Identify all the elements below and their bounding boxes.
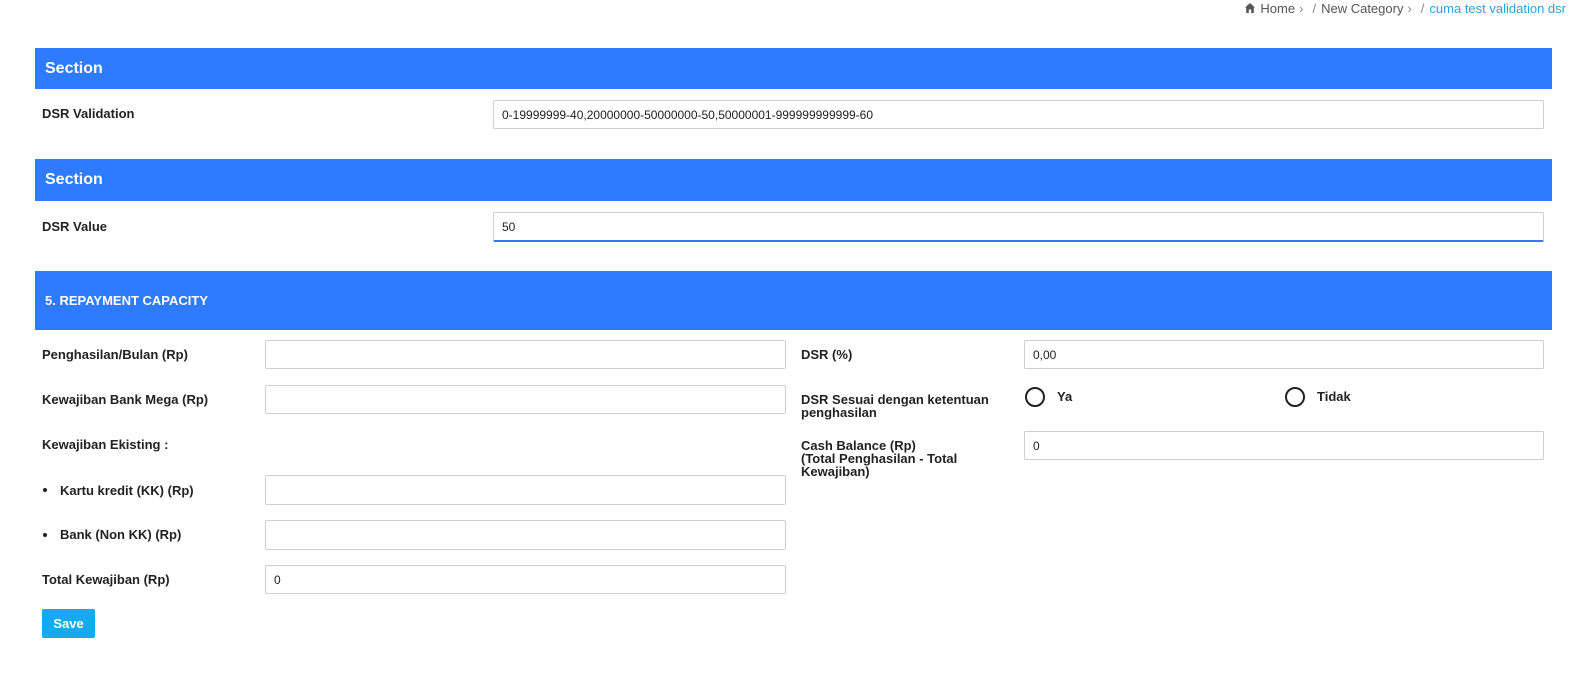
radio-tidak[interactable] — [1285, 387, 1305, 407]
penghasilan-input[interactable] — [265, 340, 786, 369]
cash-balance-label-line3: Kewajiban) — [801, 464, 870, 479]
radio-ya[interactable] — [1025, 387, 1045, 407]
breadcrumb-home-link[interactable]: Home — [1260, 1, 1295, 16]
kewajiban-bank-mega-label: Kewajiban Bank Mega (Rp) — [42, 392, 209, 407]
kewajiban-bank-mega-input[interactable] — [265, 385, 786, 414]
dsr-sesuai-label: DSR Sesuai dengan ketentuan penghasilan — [801, 393, 989, 419]
kewajiban-eksisting-label: Kewajiban Ekisting : — [42, 437, 169, 452]
dsr-validation-label: DSR Validation — [42, 106, 135, 121]
penghasilan-label: Penghasilan/Bulan (Rp) — [42, 347, 188, 362]
dsr-sesuai-label-line2: penghasilan — [801, 405, 877, 420]
breadcrumb-category-link[interactable]: New Category — [1321, 1, 1403, 16]
kartu-kredit-input[interactable] — [265, 475, 786, 505]
dsr-validation-input[interactable] — [493, 100, 1544, 129]
dsr-percent-input[interactable] — [1024, 340, 1544, 369]
bullet-icon — [43, 533, 47, 537]
bank-non-kk-label: Bank (Non KK) (Rp) — [60, 527, 182, 542]
bank-non-kk-input[interactable] — [265, 520, 786, 550]
breadcrumb-separator: / — [1312, 0, 1317, 16]
dsr-value-input[interactable] — [493, 212, 1544, 242]
chevron-right-icon: › — [1299, 0, 1304, 16]
section-header-repayment-capacity: 5. REPAYMENT CAPACITY — [35, 271, 1552, 330]
home-icon — [1245, 3, 1256, 13]
breadcrumb-current[interactable]: cuma test validation dsr — [1429, 1, 1566, 16]
section-header-2: Section — [35, 159, 1552, 201]
total-kewajiban-input[interactable] — [265, 565, 786, 594]
radio-tidak-label: Tidak — [1317, 389, 1351, 404]
total-kewajiban-label: Total Kewajiban (Rp) — [42, 572, 170, 587]
breadcrumb-separator: / — [1420, 0, 1425, 16]
section-header-1: Section — [35, 48, 1552, 89]
save-button[interactable]: Save — [42, 609, 95, 638]
chevron-right-icon: › — [1407, 0, 1412, 16]
bullet-icon — [43, 488, 47, 492]
breadcrumb: Home › / New Category › / cuma test vali… — [1244, 0, 1566, 16]
dsr-value-label: DSR Value — [42, 219, 108, 234]
kartu-kredit-label: Kartu kredit (KK) (Rp) — [60, 483, 194, 498]
dsr-percent-label: DSR (%) — [801, 347, 853, 362]
cash-balance-label: Cash Balance (Rp) (Total Penghasilan - T… — [801, 439, 957, 478]
cash-balance-input[interactable] — [1024, 431, 1544, 460]
radio-ya-label: Ya — [1057, 389, 1073, 404]
